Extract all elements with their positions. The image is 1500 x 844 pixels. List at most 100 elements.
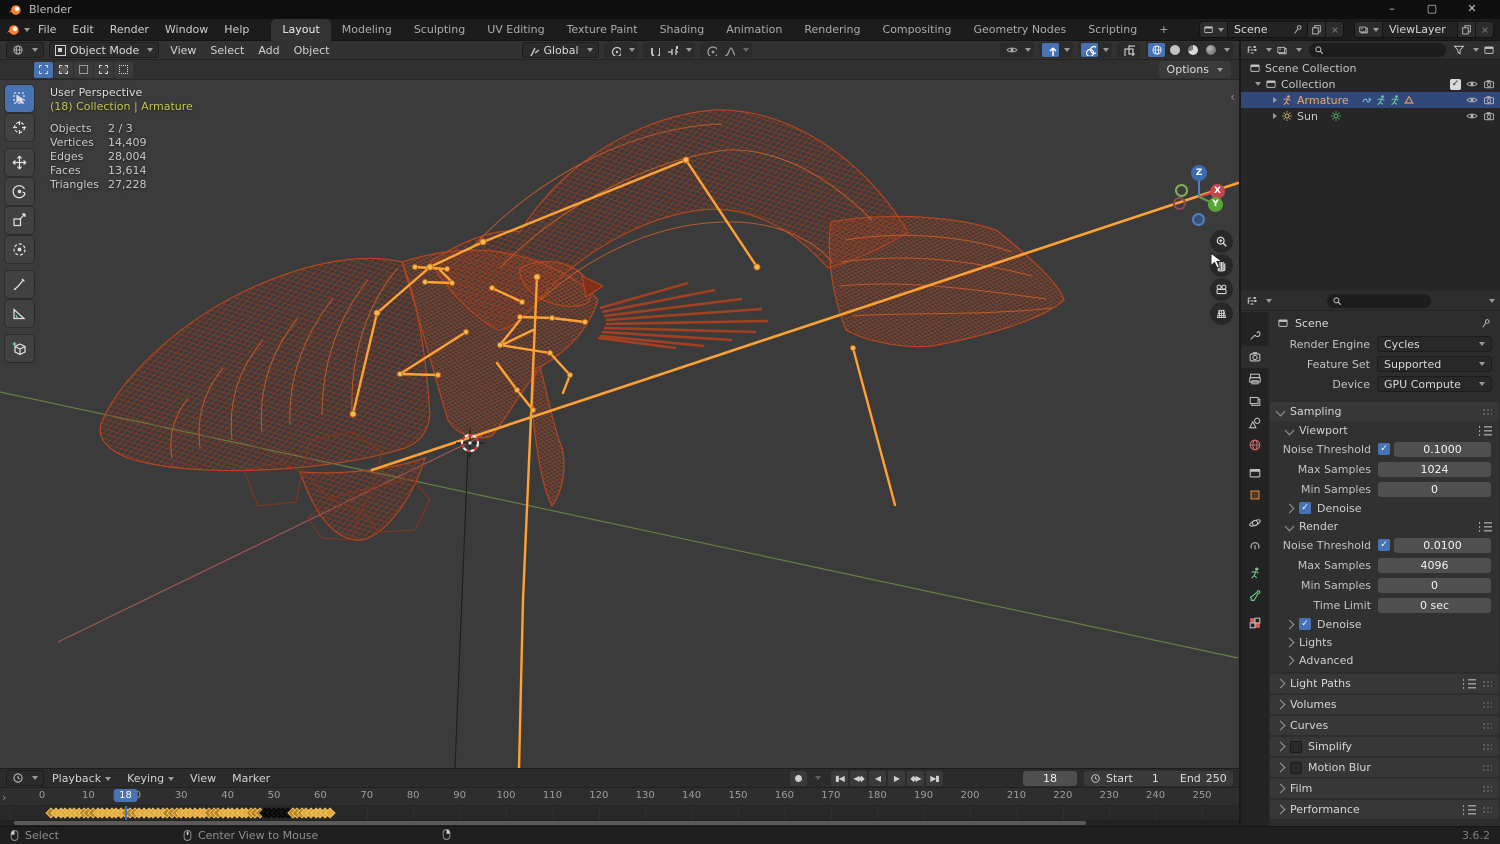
shading-rendered-button[interactable] (1202, 43, 1219, 57)
properties-tab-world[interactable] (1241, 434, 1269, 456)
timeline-expand-arrow[interactable]: › (2, 791, 6, 804)
prev-keyframe-button[interactable]: ◀◆ (850, 770, 867, 786)
maximize-button[interactable]: ▢ (1412, 0, 1452, 19)
menu-edit[interactable]: Edit (64, 20, 101, 39)
tab-layout[interactable]: Layout (271, 18, 331, 41)
preset-icon[interactable] (1463, 804, 1476, 815)
panel-grip[interactable] (1482, 784, 1492, 793)
max-samples-value-field[interactable]: 1024 (1378, 461, 1491, 477)
tool-cursor-button[interactable] (5, 114, 34, 141)
filter-icon[interactable] (1453, 44, 1465, 56)
scene-selector[interactable]: Scene (1199, 21, 1344, 38)
snap-target-icon[interactable] (664, 43, 681, 57)
panel-motion-blur[interactable]: Motion Blur (1270, 758, 1499, 777)
shading-wireframe-button[interactable] (1148, 43, 1165, 57)
new-viewlayer-button[interactable] (1457, 22, 1475, 37)
select-mode-new[interactable] (34, 61, 53, 78)
preset-icon[interactable] (1479, 424, 1492, 436)
menu-file[interactable]: File (30, 20, 64, 39)
timeline-menu-view[interactable]: View (182, 770, 224, 787)
pin-icon[interactable] (1481, 318, 1492, 329)
panel-performance[interactable]: Performance (1270, 800, 1499, 819)
denoise-checkbox[interactable]: ✓ (1299, 618, 1311, 630)
device-dropdown[interactable]: GPU Compute (1377, 376, 1492, 392)
expand-icon[interactable] (1273, 113, 1277, 119)
display-mode-icon[interactable] (1276, 44, 1288, 56)
outliner-search-input[interactable] (1309, 43, 1446, 57)
panel-volumes[interactable]: Volumes (1270, 695, 1499, 714)
sampling-viewport-subheader[interactable]: Viewport (1270, 421, 1499, 439)
properties-tab-object[interactable] (1241, 484, 1269, 506)
timeline-ruler[interactable]: 18 0102030405060708090100110120130140150… (0, 788, 1239, 806)
viewlayer-selector[interactable]: ViewLayer (1354, 21, 1494, 38)
disable-render-icon[interactable] (1483, 110, 1495, 122)
menu-render[interactable]: Render (102, 20, 157, 39)
auto-keying-button[interactable] (790, 770, 807, 786)
menu-window[interactable]: Window (157, 20, 216, 39)
panel-curves[interactable]: Curves (1270, 716, 1499, 735)
minimize-button[interactable]: – (1372, 0, 1412, 19)
tab-geometry-nodes[interactable]: Geometry Nodes (962, 19, 1077, 41)
max-samples-value-field[interactable]: 4096 (1378, 557, 1491, 573)
tab-compositing[interactable]: Compositing (872, 19, 963, 41)
properties-tab-scene[interactable] (1241, 412, 1269, 434)
tab-modeling[interactable]: Modeling (331, 19, 403, 41)
zoom-button[interactable] (1210, 230, 1233, 253)
select-mode-extend[interactable] (54, 61, 73, 78)
timeline-editor-type-button[interactable] (6, 770, 44, 786)
tab-rendering[interactable]: Rendering (793, 19, 871, 41)
feature-set-dropdown[interactable]: Supported (1377, 356, 1492, 372)
tab-sculpting[interactable]: Sculpting (403, 19, 476, 41)
panel-simplify[interactable]: Simplify (1270, 737, 1499, 756)
add-workspace-button[interactable]: + (1148, 19, 1179, 41)
outliner-row-collection[interactable]: Collection ✓ (1241, 76, 1500, 92)
properties-tab-render[interactable] (1241, 346, 1269, 368)
blender-menu-icon[interactable] (6, 23, 20, 37)
eagle-wireframe-mesh[interactable] (99, 109, 1065, 541)
current-frame-badge[interactable]: 18 (113, 789, 138, 802)
jump-to-start-button[interactable]: ▮◀ (831, 770, 848, 786)
simplify-checkbox[interactable] (1290, 740, 1302, 753)
panel-grip[interactable] (1482, 700, 1492, 709)
panel-grip[interactable] (1482, 721, 1492, 730)
gizmos-toggle[interactable] (1039, 42, 1073, 58)
tool-select-box-button[interactable] (5, 85, 34, 112)
noise-threshold-value-field[interactable]: 0.0100 (1394, 537, 1491, 553)
select-mode-intersect[interactable] (114, 61, 133, 78)
frame-range-fields[interactable]: Start 1 End 250 (1084, 771, 1233, 786)
properties-tab-physics[interactable] (1241, 512, 1269, 534)
menu-help[interactable]: Help (216, 20, 257, 39)
properties-tab-collection[interactable] (1241, 462, 1269, 484)
tool-measure-button[interactable] (5, 300, 34, 327)
timeline-scrollbar-thumb[interactable] (14, 821, 1086, 825)
outliner-row-scene-collection[interactable]: Scene Collection (1241, 60, 1500, 76)
object-visibility-dropdown[interactable] (1000, 42, 1034, 58)
timeline-menu-keying[interactable]: Keying (119, 770, 182, 787)
select-mode-subtract[interactable] (74, 61, 93, 78)
snapping-group[interactable] (642, 42, 695, 58)
proportional-editing-group[interactable] (699, 42, 752, 58)
magnet-icon[interactable] (646, 43, 663, 57)
outliner-editor-type-icon[interactable] (1246, 44, 1258, 56)
proportional-circle-icon[interactable] (703, 43, 720, 57)
tab-texture-paint[interactable]: Texture Paint (556, 19, 649, 41)
new-collection-icon[interactable] (1483, 44, 1495, 56)
properties-tab-constraints[interactable] (1241, 534, 1269, 556)
motion-blur-checkbox[interactable] (1290, 761, 1302, 774)
current-frame-field[interactable]: 18 (1023, 771, 1077, 786)
tool-add-cube-button[interactable] (5, 335, 34, 362)
tool-scale-button[interactable] (5, 207, 34, 234)
tool-rotate-button[interactable] (5, 178, 34, 205)
gizmo-neg-x-axis[interactable] (1173, 197, 1186, 210)
editor-type-button[interactable] (6, 42, 44, 58)
viewport-3d[interactable]: User Perspective (18) Collection | Armat… (0, 80, 1239, 768)
play-reverse-button[interactable]: ◀ (869, 770, 886, 786)
properties-search-input[interactable] (1326, 293, 1431, 308)
outliner-row-armature[interactable]: Armature (1241, 92, 1500, 108)
preset-icon[interactable] (1463, 678, 1476, 689)
options-dropdown[interactable]: Options (1158, 61, 1231, 78)
time-limit-value-field[interactable]: 0 sec (1378, 597, 1491, 613)
sampling-sub-lights[interactable]: Lights (1270, 633, 1499, 651)
pin-icon[interactable] (1293, 24, 1304, 35)
panel-film[interactable]: Film (1270, 779, 1499, 798)
